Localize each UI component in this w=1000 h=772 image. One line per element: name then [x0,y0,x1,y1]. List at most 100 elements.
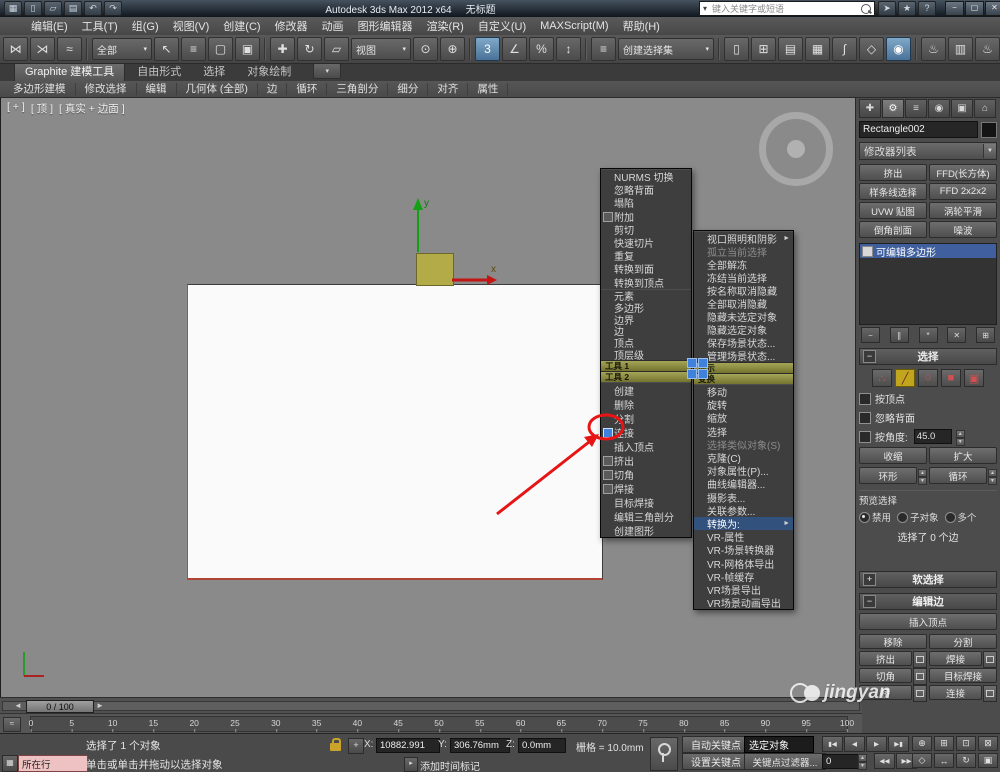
field-of-view-button[interactable]: ◇ [912,753,932,768]
rollout-soft-selection[interactable]: 软选择 [859,571,997,588]
settings-box-icon[interactable] [983,685,997,702]
viewcube[interactable] [759,112,833,186]
auto-key-button[interactable]: 自动关键点 [682,736,750,753]
quad-header-tools2[interactable]: 工具 2 [601,371,691,383]
quad-menu-item[interactable]: VR-网格体导出 [694,556,793,571]
stack-item-editable-poly[interactable]: 可编辑多边形 [860,244,996,259]
select-by-name-icon[interactable]: ≡ [181,37,206,61]
search-input[interactable] [710,2,858,15]
modifier-button[interactable]: 倒角剖面 [859,221,927,238]
grow-button[interactable]: 扩大 [929,447,997,464]
quad-menu-item[interactable]: 插入顶点 [601,439,691,454]
tab-freeform[interactable]: 自由形式 [127,62,191,81]
menu-item[interactable]: 帮助(H) [616,17,667,35]
quad-menu-item[interactable]: 切角 [601,467,691,482]
new-scene-icon[interactable]: ▯ [24,1,42,16]
window-crossing-icon[interactable]: ▣ [235,37,260,61]
quad-menu-item-connect[interactable]: 连接 [601,425,691,440]
quad-menu-item[interactable]: 焊接 [601,481,691,496]
loop-button[interactable]: 循环 [929,467,987,484]
quad-menu-item[interactable]: 删除 [601,397,691,412]
modifier-button[interactable]: FFD(长方体) [929,164,997,181]
go-to-end-button[interactable]: ▶▮ [888,736,909,752]
quad-menu-item[interactable]: VR-属性 [694,530,793,544]
time-tag-icon[interactable] [404,757,418,772]
menu-item[interactable]: 组(G) [125,17,166,35]
ribbon-section[interactable]: 三角剖分 [327,83,389,95]
maximize-viewport-button[interactable]: ▣ [978,753,998,768]
modifier-button[interactable]: UVW 贴图 [859,202,927,219]
open-file-icon[interactable]: ▱ [44,1,62,16]
snaps-toggle-icon[interactable]: 3 [475,37,500,61]
checkbox-icon[interactable] [859,392,871,405]
key-selection-combo[interactable]: 选定对象 [744,736,814,753]
preview-multiple-radio[interactable]: 多个 [944,510,977,524]
preview-disable-radio[interactable]: 禁用 [859,510,891,524]
edit-named-selections-icon[interactable]: ≡ [591,37,616,61]
ribbon-toggle-icon[interactable]: ▦ [805,37,830,61]
tab-selection[interactable]: 选择 [193,62,235,81]
ribbon-section[interactable]: 循环 [287,83,328,95]
tab-graphite-modeling-tools[interactable]: Graphite 建模工具 [14,61,126,81]
quad-menu-item[interactable]: NURMS 切换 [601,170,691,184]
zoom-button[interactable]: ⊕ [912,736,932,751]
radio-icon[interactable] [859,511,870,523]
menu-item[interactable]: MAXScript(M) [533,17,615,35]
next-frame-arrow-icon[interactable] [96,701,104,710]
quad-menu-item[interactable]: 曲线编辑器... [694,477,793,491]
checkbox-icon[interactable] [859,411,871,424]
menu-item[interactable]: 渲染(R) [420,17,471,35]
by-angle-checkbox[interactable] [859,430,871,443]
configure-modifier-sets-icon[interactable]: ⊞ [976,327,995,343]
element-subobject-icon[interactable]: ▣ [964,369,984,387]
settings-box-icon[interactable] [913,685,927,702]
frame-spinner[interactable] [858,754,867,768]
quad-menu-item[interactable]: 塌陷 [601,196,691,210]
spinner-snap-icon[interactable]: ↕ [556,37,581,61]
schematic-view-icon[interactable]: ◇ [859,37,884,61]
modifier-list-dropdown[interactable]: 修改器列表 [859,142,997,160]
rendered-frame-icon[interactable]: ▥ [948,37,973,61]
time-slider[interactable]: 0 / 100 [0,697,862,714]
viewcube-inner[interactable] [787,140,805,158]
previous-frame-button[interactable]: ◀ [844,736,865,752]
show-end-result-icon[interactable]: ∥ [889,327,909,343]
render-icon[interactable]: ♨ [975,37,1000,61]
ribbon-section[interactable]: 属性 [468,83,509,95]
select-and-scale-icon[interactable]: ▱ [324,37,349,61]
save-file-icon[interactable]: ▤ [64,1,82,16]
select-object-icon[interactable]: ↖ [154,37,179,61]
shrink-button[interactable]: 收缩 [859,447,927,464]
play-button[interactable]: ▶ [866,736,887,752]
use-pivot-center-icon[interactable]: ⊙ [413,37,438,61]
rollout-selection[interactable]: 选择 [859,348,997,365]
radio-icon[interactable] [897,511,909,523]
ignore-backfacing-checkbox[interactable]: 忽略背面 [859,410,997,425]
ring-button[interactable]: 环形 [859,467,917,484]
quad-menu-item[interactable]: 创建 [601,383,691,398]
expand-icon[interactable] [863,573,876,586]
select-and-link-icon[interactable]: ⋈ [3,37,28,61]
quad-menu-item[interactable]: 关联参数... [694,504,793,518]
quad-menu-item[interactable]: 转换为: ► [694,516,793,531]
modifier-button[interactable]: FFD 2x2x2 [929,183,997,200]
unlink-selection-icon[interactable]: ⋊ [30,37,55,61]
help-icon[interactable]: ? [918,1,936,16]
add-time-tag[interactable]: 添加时间标记 [420,758,480,772]
insert-vertex-button[interactable]: 插入顶点 [859,613,997,630]
maxscript-listener-icon[interactable] [2,755,18,772]
search-icon[interactable] [861,3,871,14]
utilities-panel-tab[interactable]: ⌂ [974,99,996,118]
quad-menu-item[interactable]: 挤出 [601,453,691,468]
rollout-edit-edges[interactable]: 编辑边 [859,593,997,610]
quad-menu-item[interactable]: VR场景导出 [694,583,793,597]
collapse-icon[interactable] [863,350,876,363]
polygon-subobject-icon[interactable]: ■ [941,369,961,387]
communication-center-icon[interactable]: ➤ [878,1,896,16]
settings-box-icon[interactable] [913,651,927,668]
object-name-field[interactable]: Rectangle002 [859,121,978,138]
quad-menu-item[interactable]: 顶层级 [601,349,691,362]
select-and-manipulate-icon[interactable]: ⊕ [440,37,465,61]
favorites-icon[interactable]: ★ [898,1,916,16]
y-coordinate-field[interactable]: 306.76mm [450,738,510,753]
